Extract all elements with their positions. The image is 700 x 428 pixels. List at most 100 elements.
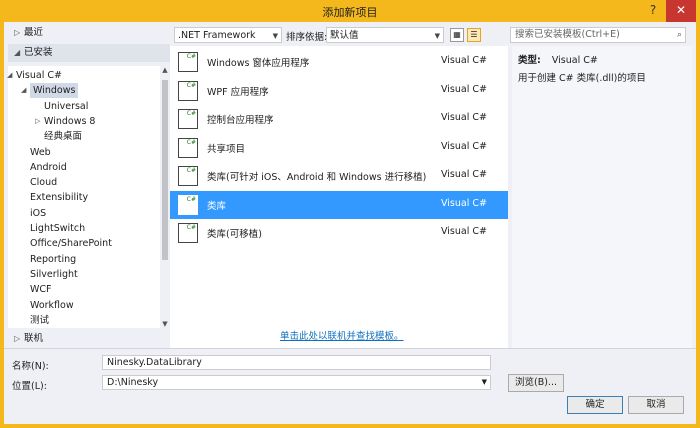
scroll-up-icon[interactable]: ▲	[160, 66, 170, 74]
search-placeholder: 搜索已安装模板(Ctrl+E)	[515, 29, 620, 40]
detail-type-label: 类型:	[518, 55, 541, 66]
name-field[interactable]: Ninesky.DataLibrary	[102, 355, 491, 370]
template-language: Visual C#	[441, 226, 487, 237]
collapse-arrow-icon: ◢	[14, 48, 21, 57]
category-pane: ▷ 最近 ◢ 已安装 ◢ Visual C# ◢ Windows Universal ▷ W…	[7, 22, 170, 348]
tree-item[interactable]: Office/SharePoint	[30, 236, 112, 251]
template-row[interactable]: C# 共享项目 Visual C#	[170, 134, 508, 162]
browse-button[interactable]: 浏览(B)...	[508, 374, 564, 392]
collapse-arrow-icon[interactable]: ◢	[21, 83, 26, 98]
tree-item-label: Office/SharePoint	[30, 238, 112, 250]
template-name: Windows 窗体应用程序	[207, 58, 310, 69]
add-new-item-dialog: 添加新项目 ? ✕ ▷ 最近 ◢ 已安装 ◢ Visual C# ◢ Windows U…	[0, 0, 700, 428]
name-label: 名称(N):	[12, 361, 49, 372]
tree-item[interactable]: 测试	[30, 313, 49, 328]
template-name: 控制台应用程序	[207, 115, 274, 126]
template-name: 共享项目	[207, 143, 246, 155]
template-row[interactable]: C# 类库 Visual C#	[170, 190, 508, 219]
search-input[interactable]: 搜索已安装模板(Ctrl+E) ⌕	[510, 27, 686, 43]
tree-item[interactable]: Web	[30, 145, 51, 160]
expand-arrow-icon: ▷	[14, 28, 21, 37]
tree-item[interactable]: WCF	[30, 282, 52, 297]
tree-item-label: Windows 8	[44, 115, 96, 127]
template-list: C# 类库(可移植) Visual C# C# 类库 Visual C# C# 类库(可针对 …	[170, 46, 508, 348]
detail-type: 类型: Visual C#	[518, 52, 598, 66]
help-button[interactable]: ?	[640, 0, 666, 22]
template-detail-pane: 类型: Visual C# 用于创建 C# 类库(.dll)的项目	[512, 46, 692, 348]
chevron-down-icon: ▼	[272, 32, 278, 40]
tree-item[interactable]: ▷ Windows 8	[35, 114, 96, 129]
tree-scrollbar[interactable]: ▲ ▼	[160, 66, 170, 328]
tree-item[interactable]: Universal	[44, 99, 88, 114]
tree-item-label: 经典桌面	[44, 131, 83, 143]
tree-item[interactable]: Cloud	[30, 175, 57, 190]
sort-label: 排序依据:	[286, 32, 328, 43]
scroll-thumb[interactable]	[162, 80, 168, 260]
expand-arrow-icon: ▷	[14, 334, 21, 343]
tree-item[interactable]: Extensibility	[30, 190, 88, 205]
section-recent-label: 最近	[24, 27, 44, 38]
divider	[4, 348, 696, 349]
template-name: 类库	[207, 200, 227, 212]
collapse-arrow-icon[interactable]: ◢	[7, 68, 12, 83]
tree-item[interactable]: Workflow	[30, 298, 74, 313]
template-language: Visual C#	[441, 55, 487, 66]
template-language: Visual C#	[441, 112, 487, 123]
sort-select[interactable]: 默认值 ▼	[326, 27, 444, 43]
tree-item-label: Workflow	[30, 299, 74, 311]
template-name: 类库(可移植)	[207, 229, 262, 240]
csharp-project-icon: C#	[178, 52, 198, 72]
template-language: Visual C#	[441, 83, 487, 95]
csharp-project-icon: C#	[178, 137, 198, 158]
template-row[interactable]: C# WPF 应用程序 Visual C#	[170, 77, 508, 105]
template-row[interactable]: C# Windows 窗体应用程序 Visual C#	[170, 48, 508, 76]
tree-item-label: Android	[30, 161, 67, 173]
template-language: Visual C#	[441, 169, 487, 180]
close-button[interactable]: ✕	[666, 0, 696, 22]
location-label: 位置(L):	[12, 381, 47, 392]
tree-item[interactable]: ◢ Windows	[21, 83, 79, 99]
sort-value: 默认值	[330, 30, 359, 41]
ok-button[interactable]: 确定	[567, 396, 623, 414]
cancel-button[interactable]: 取消	[628, 396, 684, 414]
category-tree: ◢ Visual C# ◢ Windows Universal ▷ Windows 8 经典桌…	[7, 66, 160, 328]
section-online[interactable]: ▷ 联机	[8, 330, 170, 348]
tree-item-label: Universal	[44, 100, 89, 112]
chevron-down-icon: ▼	[434, 32, 440, 40]
tree-item[interactable]: ◢ Visual C#	[7, 68, 62, 83]
tree-item-label: 测试	[30, 314, 50, 326]
csharp-project-icon: C#	[178, 223, 198, 243]
detail-type-value: Visual C#	[551, 55, 598, 66]
tree-item-label: Windows	[33, 85, 76, 97]
title-bar: 添加新项目 ? ✕	[0, 0, 700, 22]
tree-item-label: iOS	[30, 207, 47, 219]
csharp-project-icon: C#	[178, 80, 198, 101]
tree-item[interactable]: 经典桌面	[44, 129, 82, 144]
grid-view-icon[interactable]: ▦	[450, 28, 464, 42]
tree-item[interactable]: Android	[30, 160, 67, 175]
search-icon[interactable]: ⌕	[677, 28, 682, 42]
list-view-icon[interactable]: ☰	[467, 28, 481, 42]
online-templates-link[interactable]: 单击此处以联机并查找模板。	[280, 328, 404, 342]
expand-arrow-icon[interactable]: ▷	[35, 114, 40, 129]
section-online-label: 联机	[24, 333, 44, 344]
tree-item-label: Extensibility	[30, 192, 89, 204]
tree-item[interactable]: iOS	[30, 206, 46, 221]
template-row[interactable]: C# 类库(可针对 iOS、Android 和 Windows 进行移植) Visu…	[170, 162, 508, 190]
section-recent[interactable]: ▷ 最近	[8, 24, 170, 42]
section-installed[interactable]: ◢ 已安装	[8, 44, 170, 62]
location-field[interactable]: D:\Ninesky ▼	[102, 375, 491, 390]
tree-item[interactable]: Reporting	[30, 252, 76, 267]
tree-item[interactable]: Silverlight	[30, 267, 78, 282]
dialog-body: ▷ 最近 ◢ 已安装 ◢ Visual C# ◢ Windows Universal ▷ W…	[4, 22, 696, 424]
window-title: 添加新项目	[322, 6, 378, 19]
template-row[interactable]: C# 类库(可移植) Visual C#	[170, 219, 508, 247]
scroll-down-icon[interactable]: ▼	[160, 320, 170, 328]
framework-select[interactable]: .NET Framework 4.5.2 ▼	[174, 27, 282, 57]
tree-item-label: Cloud	[30, 177, 58, 189]
tree-item[interactable]: LightSwitch	[30, 221, 85, 236]
csharp-project-icon: C#	[178, 109, 198, 129]
template-name: WPF 应用程序	[207, 86, 269, 98]
template-row[interactable]: C# 控制台应用程序 Visual C#	[170, 105, 508, 133]
template-toolbar: .NET Framework 4.5.2 ▼ 排序依据: 默认值 ▼ ▦ ☰ 搜…	[170, 22, 692, 57]
